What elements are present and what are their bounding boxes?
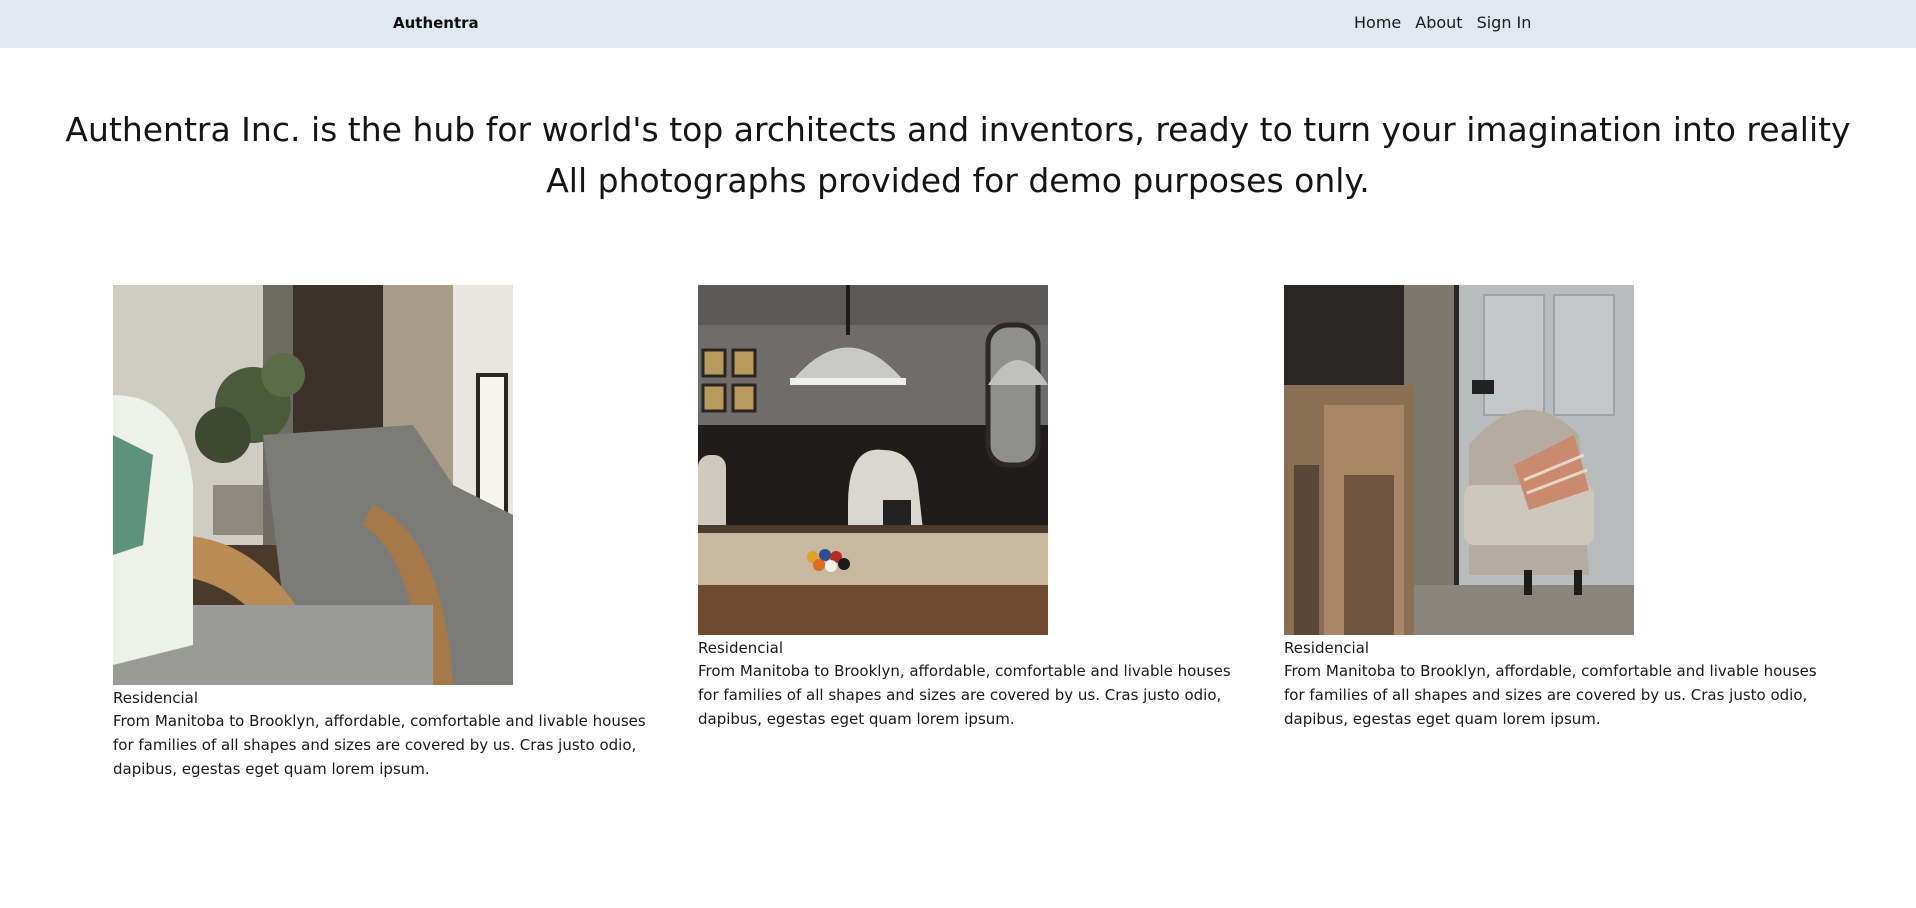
navbar: Authentra Home About Sign In	[0, 0, 1916, 48]
card-photo-armchair-door	[1284, 285, 1829, 635]
nav-sign-in-link[interactable]: Sign In	[1477, 13, 1532, 33]
brand-logo[interactable]: Authentra	[393, 13, 479, 33]
hero-disclaimer: All photographs provided for demo purpos…	[546, 161, 1370, 200]
nav-links: Home About Sign In	[1354, 13, 1531, 33]
card-description: From Manitoba to Brooklyn, affordable, c…	[698, 662, 1231, 728]
nav-about-link[interactable]: About	[1415, 13, 1462, 33]
card-photo-armchair-plant	[113, 285, 658, 685]
card-residencial-1: Residencial From Manitoba to Brooklyn, a…	[113, 285, 658, 781]
card-title: Residencial	[698, 639, 783, 657]
hero-section: Authentra Inc. is the hub for world's to…	[0, 104, 1916, 206]
card-residencial-2: Residencial From Manitoba to Brooklyn, a…	[698, 285, 1243, 731]
hero-headline: Authentra Inc. is the hub for world's to…	[65, 110, 1851, 149]
nav-home-link[interactable]: Home	[1354, 13, 1401, 33]
card-residencial-3: Residencial From Manitoba to Brooklyn, a…	[1284, 285, 1829, 731]
card-title: Residencial	[113, 689, 198, 707]
card-description: From Manitoba to Brooklyn, affordable, c…	[1284, 662, 1817, 728]
card-title: Residencial	[1284, 639, 1369, 657]
card-description: From Manitoba to Brooklyn, affordable, c…	[113, 712, 646, 778]
card-photo-billiards-room	[698, 285, 1243, 635]
